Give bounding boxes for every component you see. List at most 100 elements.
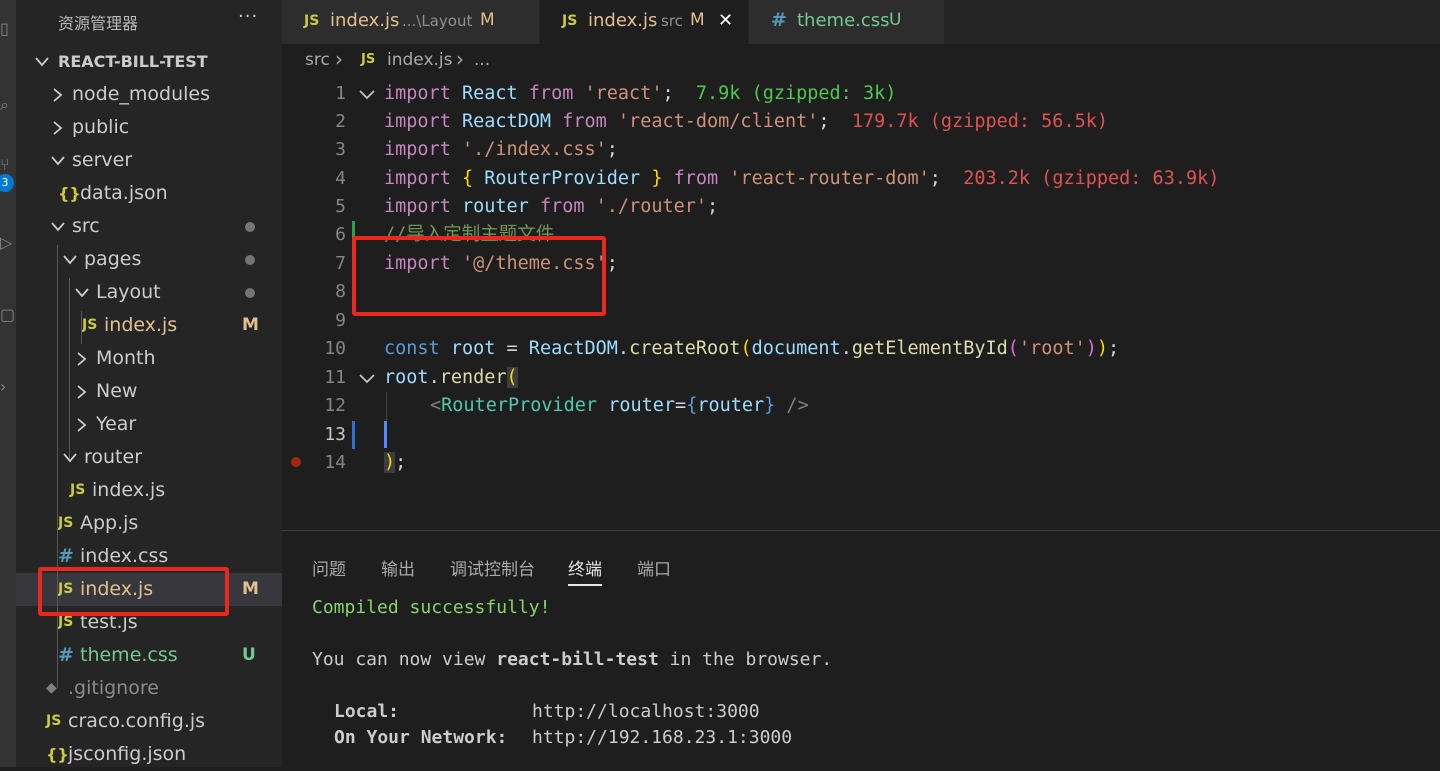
tab-ports[interactable]: 端口 (637, 555, 671, 580)
token: ; (818, 111, 830, 132)
token: render (439, 367, 507, 388)
explorer-title: 资源管理器 (58, 14, 139, 33)
chevron-right-icon (74, 408, 90, 441)
token: = (506, 338, 518, 359)
modified-dot-icon (245, 222, 255, 232)
token: ReactDOM (450, 111, 563, 132)
bottom-panel: 问题 输出 调试控制台 终端 端口 Compiled successfully!… (282, 530, 1440, 768)
tab-theme-css[interactable]: # theme.css U (749, 0, 945, 44)
tree-item[interactable]: router (16, 441, 282, 474)
editor-tabs: JS index.js ...\Layout M JS index.js src… (282, 0, 1440, 44)
tree-item[interactable]: New (16, 375, 282, 408)
chevron-down-icon (62, 243, 78, 276)
tab-problems[interactable]: 问题 (312, 555, 346, 580)
code-line-5: import router from './router'; (384, 193, 718, 221)
tree-item-label: src (72, 215, 100, 237)
breakpoint-icon[interactable] (291, 457, 301, 467)
token: ( (1007, 338, 1019, 359)
annotation-highlight (38, 567, 229, 616)
tab-layout-index[interactable]: JS index.js ...\Layout M (282, 0, 540, 44)
token: ReactDOM (517, 338, 618, 359)
chevron-down-icon (50, 144, 66, 177)
line-number: 4 (335, 168, 346, 189)
token: RouterProvider (441, 395, 598, 416)
token: . (428, 367, 440, 388)
token: } (640, 168, 674, 189)
chevron-right-icon (50, 78, 66, 111)
tree-item-label: jsconfig.json (68, 743, 187, 765)
token: document (751, 338, 841, 359)
tab-description: ...\Layout (402, 12, 473, 30)
tree-item[interactable]: server (16, 144, 282, 177)
tree-item[interactable]: JS craco.config.js (16, 705, 282, 738)
tab-debug-console[interactable]: 调试控制台 (450, 555, 535, 580)
token: ; (1108, 338, 1120, 359)
token: { (450, 168, 485, 189)
token: 'react' (573, 83, 663, 104)
tree-item-label: index.js (92, 479, 166, 501)
tab-src-index[interactable]: JS index.js src M ✕ (540, 0, 749, 44)
tree-item[interactable]: ◆ .gitignore (16, 672, 282, 705)
token: { (686, 395, 698, 416)
tab-description: src (661, 12, 683, 30)
tree-item[interactable]: Layout (16, 276, 282, 309)
tree-item[interactable]: {} jsconfig.json (16, 738, 282, 771)
terminal-local-url[interactable]: http://localhost:3000 (532, 701, 760, 722)
token: < (430, 395, 442, 416)
chevron-down-icon (50, 210, 66, 243)
tree-item[interactable]: Year (16, 408, 282, 441)
tree-item[interactable]: node_modules (16, 78, 282, 111)
line-number: 2 (335, 111, 346, 132)
token: = (675, 395, 687, 416)
js-file-icon: JS (70, 482, 86, 498)
tree-item[interactable]: pages (16, 243, 282, 276)
extensions-icon[interactable]: ▢ (0, 300, 16, 330)
tree-item[interactable]: # theme.css U (16, 639, 282, 672)
tree-item-label: pages (84, 248, 142, 270)
code-editor[interactable]: 1 2 3 4 5 6 7 8 9 10 11 12 13 14 import React from 'r… (282, 80, 1440, 528)
token: './router' (584, 196, 708, 217)
breadcrumb-symbol[interactable]: ... (474, 50, 490, 70)
tree-item[interactable]: src (16, 210, 282, 243)
line-number: 6 (335, 224, 346, 245)
terminal-view-line: You can now view react-bill-test in the … (312, 649, 832, 670)
tree-item[interactable]: {} data.json (16, 177, 282, 210)
terminal-label: On Your Network: (334, 727, 508, 748)
token: 'react-dom/client' (606, 111, 819, 132)
chevron-down-icon (74, 276, 90, 309)
tree-item-label: router (84, 446, 143, 468)
search-icon[interactable]: ⌕ (0, 90, 16, 120)
breadcrumb-src[interactable]: src (305, 50, 330, 70)
project-root[interactable]: REACT-BILL-TEST (16, 45, 282, 78)
token: } (764, 395, 776, 416)
indent-guide (69, 278, 70, 458)
files-icon[interactable]: ▯ (0, 14, 16, 44)
text-cursor (384, 421, 387, 448)
token: ; (606, 253, 618, 274)
tree-item[interactable]: Month (16, 342, 282, 375)
annotation-highlight (352, 236, 606, 316)
more-actions-icon[interactable]: ··· (238, 6, 258, 27)
activity-bar: ▯ ⌕ ⑂ 3 ▷ ▢ › (0, 0, 16, 767)
terminal-app-name: react-bill-test (496, 649, 659, 670)
js-file-icon: JS (304, 13, 320, 29)
remote-icon[interactable]: › (0, 372, 16, 402)
token: const (384, 338, 440, 359)
tree-item-label: App.js (80, 512, 139, 534)
tab-output[interactable]: 输出 (381, 555, 415, 580)
tree-item[interactable]: public (16, 111, 282, 144)
code-line-10: const root = ReactDOM.createRoot(documen… (384, 335, 1119, 363)
breadcrumb-file[interactable]: index.js (387, 50, 453, 70)
terminal-network-url[interactable]: http://192.168.23.1:3000 (532, 727, 792, 748)
tree-item[interactable]: JS index.js M (16, 309, 282, 342)
tree-item[interactable]: JS index.js (16, 474, 282, 507)
run-debug-icon[interactable]: ▷ (0, 228, 16, 258)
token: RouterProvider (484, 168, 641, 189)
code-line-3: import './index.css'; (384, 136, 618, 164)
git-status-badge: U (242, 645, 256, 665)
tree-item[interactable]: JS App.js (16, 507, 282, 540)
token: ; (929, 168, 941, 189)
close-icon[interactable]: ✕ (718, 10, 733, 31)
tab-terminal[interactable]: 终端 (568, 555, 602, 586)
js-file-icon: JS (58, 515, 74, 531)
